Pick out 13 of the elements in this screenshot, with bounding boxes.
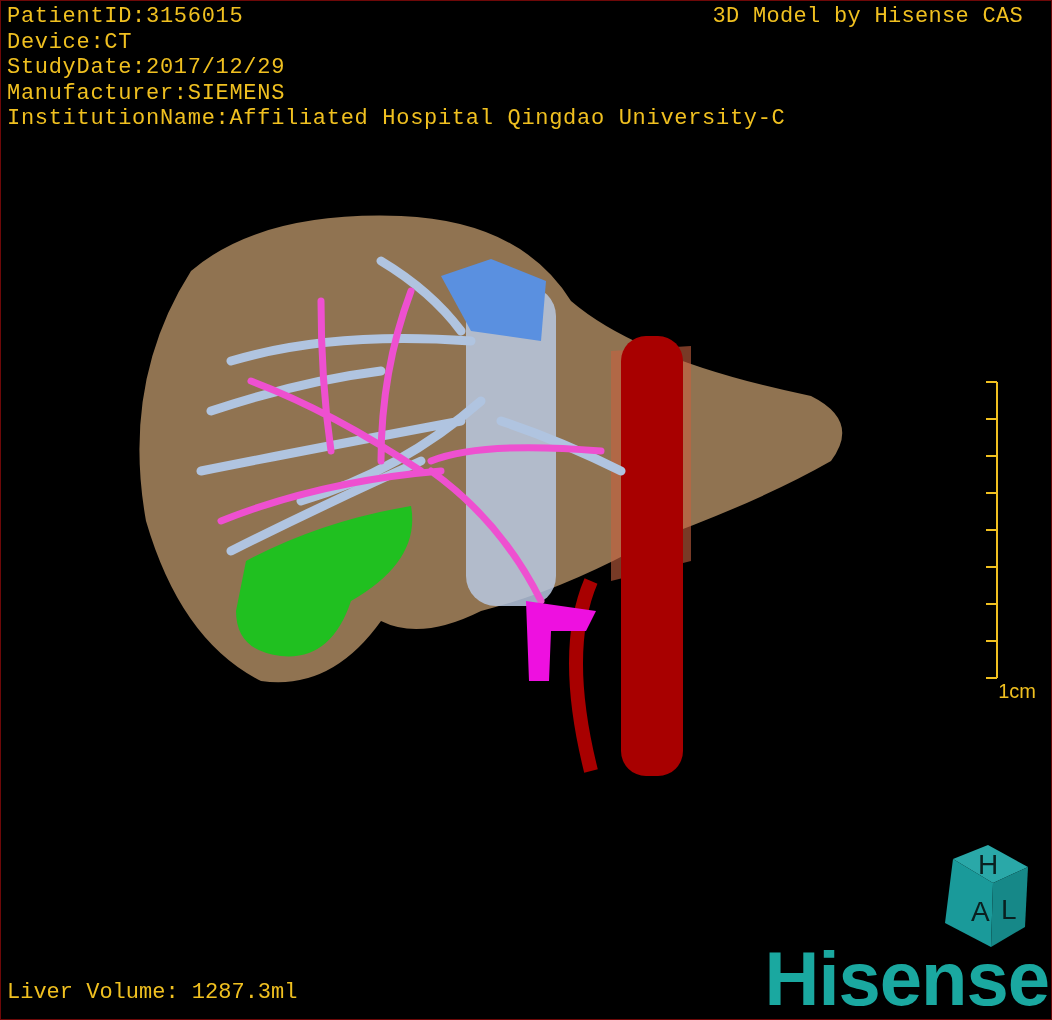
info-text: Device:CT xyxy=(7,29,133,55)
orientation-cube-drawing[interactable] xyxy=(945,845,1028,947)
info-text: InstitutionName:Affiliated Hospital Qingdao University-C xyxy=(7,106,786,132)
info-text: StudyDate:2017/12/29 xyxy=(7,55,286,81)
model-credit-text: 3D Model by Hisense CAS xyxy=(712,4,1023,29)
liver-volume-text: Liver Volume: 1287.3ml xyxy=(7,980,298,1005)
info-text: Manufacturer:SIEMENS xyxy=(7,80,286,106)
cube-face-letter: A xyxy=(971,896,990,927)
hisense-logo: Hisense xyxy=(764,941,1049,1017)
cube-face-letter: L xyxy=(1001,894,1017,925)
info-text: PatientID:3156015 xyxy=(7,4,244,30)
cube-face-letter: H xyxy=(978,849,999,880)
scale-label: 1cm xyxy=(998,680,1036,703)
